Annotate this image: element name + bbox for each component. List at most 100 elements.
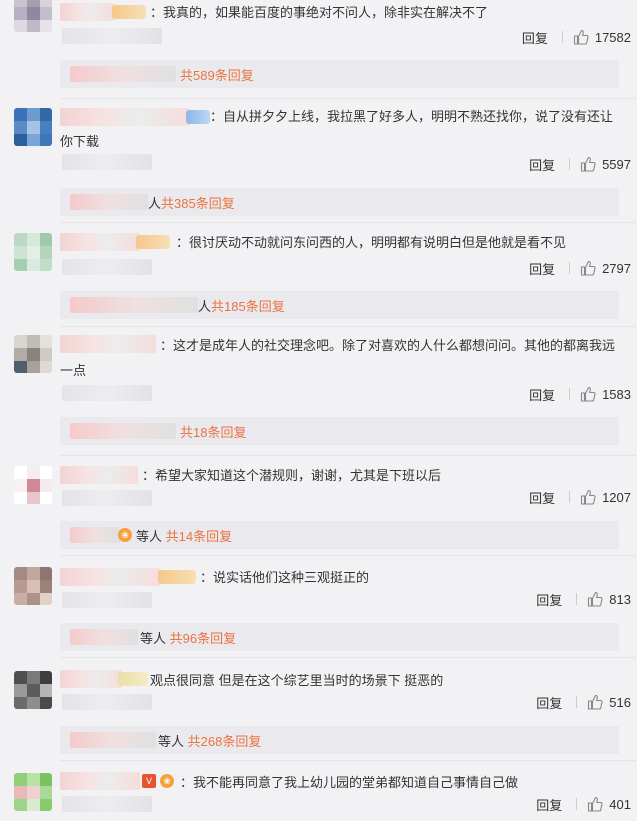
like-button[interactable]: 401 bbox=[587, 796, 631, 812]
avatar[interactable] bbox=[14, 567, 52, 605]
thumbs-up-icon bbox=[588, 694, 603, 710]
more-replies-link[interactable]: 等人 共268条回复 bbox=[158, 731, 261, 750]
timestamp-blurred bbox=[62, 154, 152, 170]
reply-button[interactable]: 回复 bbox=[529, 385, 555, 404]
avatar[interactable] bbox=[14, 335, 52, 373]
comment-text: ：我不能再同意了我上幼儿园的堂弟都知道自己事情自己做 bbox=[180, 775, 519, 790]
timestamp-blurred bbox=[62, 796, 152, 812]
like-button[interactable]: 516 bbox=[587, 694, 631, 710]
avatar[interactable] bbox=[14, 233, 52, 271]
medal-icon: ❀ bbox=[118, 528, 132, 542]
divider bbox=[60, 326, 637, 327]
thumbs-up-icon bbox=[573, 29, 589, 45]
comment-text: ：很讨厌动不动就问东问西的人，明明都有说明白但是他就是看不见 bbox=[176, 235, 567, 250]
like-count: 17582 bbox=[594, 29, 631, 45]
more-replies-link[interactable]: 共18条回复 bbox=[180, 422, 246, 441]
more-replies-box[interactable]: 人共185条回复 bbox=[60, 291, 619, 319]
like-count: 1583 bbox=[602, 386, 631, 402]
like-count: 1207 bbox=[602, 489, 631, 505]
more-replies-box[interactable]: 共589条回复 bbox=[60, 60, 619, 88]
more-replies-link[interactable]: 等人 共14条回复 bbox=[136, 526, 232, 545]
reply-button[interactable]: 回复 bbox=[536, 590, 562, 609]
avatar[interactable] bbox=[14, 0, 52, 32]
divider bbox=[569, 491, 571, 503]
reply-button[interactable]: 回复 bbox=[529, 155, 555, 174]
more-replies-box[interactable]: 共18条回复 bbox=[60, 417, 619, 445]
like-button[interactable]: 1583 bbox=[580, 386, 631, 402]
comment-actions: 回复 1583 bbox=[529, 384, 631, 404]
comment-actions: 回复 5597 bbox=[529, 154, 631, 174]
avatar[interactable] bbox=[14, 466, 52, 504]
like-button[interactable]: 17582 bbox=[573, 29, 631, 45]
like-count: 2797 bbox=[602, 260, 631, 276]
user-badge bbox=[118, 672, 148, 686]
divider bbox=[569, 262, 571, 274]
medal-icon: ❀ bbox=[160, 774, 174, 788]
avatar[interactable] bbox=[14, 108, 52, 146]
replier-names-blurred bbox=[70, 629, 138, 645]
username-blurred[interactable] bbox=[60, 466, 138, 484]
reply-button[interactable]: 回复 bbox=[529, 488, 555, 507]
comment-actions: 回复 2797 bbox=[529, 258, 631, 278]
more-replies-link[interactable]: 人共385条回复 bbox=[148, 193, 235, 212]
thumbs-up-icon bbox=[581, 489, 596, 505]
divider bbox=[60, 222, 637, 223]
username-blurred[interactable] bbox=[60, 670, 122, 688]
like-button[interactable]: 5597 bbox=[580, 156, 631, 172]
divider bbox=[569, 388, 571, 400]
timestamp-blurred bbox=[62, 694, 152, 710]
thumbs-up-icon bbox=[581, 156, 596, 172]
more-replies-link[interactable]: 共589条回复 bbox=[180, 65, 254, 84]
timestamp-blurred bbox=[62, 385, 152, 401]
replier-names-blurred bbox=[70, 66, 176, 82]
user-badge bbox=[158, 570, 196, 584]
reply-button[interactable]: 回复 bbox=[529, 259, 555, 278]
comment-text: ：希望大家知道这个潜规则，谢谢，尤其是下班以后 bbox=[142, 468, 442, 483]
more-replies-link[interactable]: 人共185条回复 bbox=[198, 296, 285, 315]
divider bbox=[576, 696, 578, 708]
replier-names-blurred bbox=[70, 423, 176, 439]
reply-button[interactable]: 回复 bbox=[536, 795, 562, 814]
like-button[interactable]: 813 bbox=[587, 591, 631, 607]
username-blurred[interactable] bbox=[60, 233, 140, 251]
username-blurred[interactable] bbox=[60, 772, 140, 790]
more-replies-box[interactable]: ❀ 等人 共14条回复 bbox=[60, 521, 619, 549]
more-replies-link[interactable]: 等人 共96条回复 bbox=[140, 628, 236, 647]
thumbs-up-icon bbox=[581, 260, 596, 276]
more-replies-box[interactable]: 等人 共96条回复 bbox=[60, 623, 619, 651]
divider bbox=[60, 555, 637, 556]
timestamp-blurred bbox=[62, 28, 162, 44]
like-button[interactable]: 1207 bbox=[580, 489, 631, 505]
replier-names-blurred bbox=[70, 732, 156, 748]
user-badge bbox=[136, 235, 170, 249]
thumbs-up-icon bbox=[588, 796, 603, 812]
divider bbox=[60, 760, 637, 761]
like-count: 516 bbox=[609, 694, 631, 710]
comment-text: ：我真的，如果能百度的事绝对不问人，除非实在解决不了 bbox=[150, 5, 489, 20]
timestamp-blurred bbox=[62, 259, 152, 275]
user-badge bbox=[112, 5, 146, 19]
like-count: 5597 bbox=[602, 156, 631, 172]
comment-text: ：自从拼夕夕上线，我拉黑了好多人，明明不熟还找你，说了没有还让你下载 bbox=[60, 109, 614, 149]
vip-icon: V bbox=[142, 774, 156, 788]
divider bbox=[576, 798, 578, 810]
replier-names-blurred bbox=[70, 194, 148, 210]
divider bbox=[60, 455, 637, 456]
username-blurred[interactable] bbox=[60, 3, 114, 21]
divider bbox=[561, 31, 563, 43]
reply-button[interactable]: 回复 bbox=[536, 693, 562, 712]
like-button[interactable]: 2797 bbox=[580, 260, 631, 276]
like-count: 401 bbox=[609, 796, 631, 812]
comment-text: ：说实话他们这种三观挺正的 bbox=[200, 570, 370, 585]
more-replies-box[interactable]: 人共385条回复 bbox=[60, 188, 619, 216]
comment-text: 观点很同意 但是在这个综艺里当时的场景下 挺恶的 bbox=[150, 673, 444, 688]
reply-button[interactable]: 回复 bbox=[522, 28, 548, 47]
divider bbox=[576, 593, 578, 605]
replier-names-blurred bbox=[70, 297, 198, 313]
avatar[interactable] bbox=[14, 773, 52, 811]
avatar[interactable] bbox=[14, 671, 52, 709]
more-replies-box[interactable]: 等人 共268条回复 bbox=[60, 726, 619, 754]
comment-actions: 回复 401 bbox=[536, 794, 631, 814]
username-blurred[interactable] bbox=[60, 568, 160, 586]
replier-names-blurred bbox=[70, 527, 120, 543]
